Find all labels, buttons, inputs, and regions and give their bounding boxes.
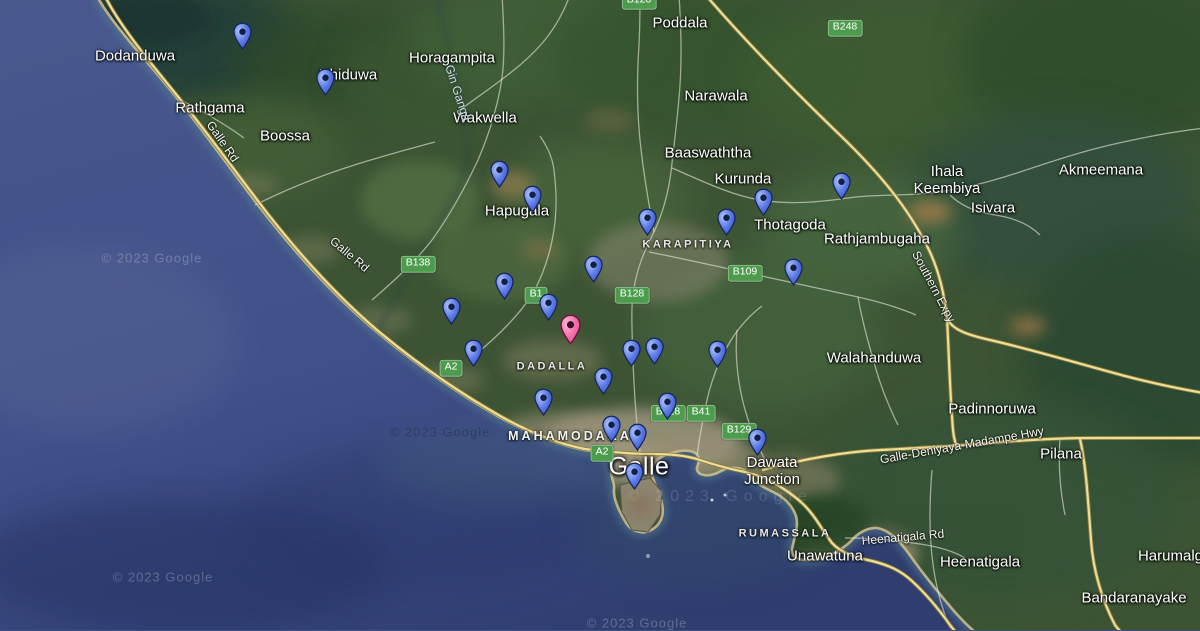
map-pin[interactable]	[832, 172, 851, 201]
map-pin[interactable]	[534, 388, 553, 417]
map-pin[interactable]	[625, 462, 644, 491]
map-pin[interactable]	[645, 337, 664, 366]
map-pin[interactable]	[748, 428, 767, 457]
map-pin-highlight[interactable]	[560, 314, 581, 346]
map-pin[interactable]	[464, 339, 483, 368]
map-pin[interactable]	[490, 160, 509, 189]
map-pin[interactable]	[233, 22, 252, 51]
map-pin[interactable]	[602, 415, 621, 444]
map-pin[interactable]	[316, 68, 335, 97]
satellite-map-canvas[interactable]: GalleDodanduwaRathgamaBoossaUhiduwaHorag…	[0, 0, 1200, 630]
map-pin[interactable]	[638, 208, 657, 237]
map-pin[interactable]	[442, 297, 461, 326]
map-pin[interactable]	[717, 208, 736, 237]
map-pin[interactable]	[708, 340, 727, 369]
map-pin[interactable]	[628, 423, 647, 452]
map-pin-layer	[0, 0, 1200, 630]
map-pin[interactable]	[784, 258, 803, 287]
map-pin[interactable]	[658, 392, 677, 421]
map-pin[interactable]	[495, 272, 514, 301]
map-pin[interactable]	[584, 255, 603, 284]
map-pin[interactable]	[622, 339, 641, 368]
map-pin[interactable]	[539, 293, 558, 322]
map-pin[interactable]	[594, 367, 613, 396]
map-pin[interactable]	[754, 188, 773, 217]
map-pin[interactable]	[523, 185, 542, 214]
